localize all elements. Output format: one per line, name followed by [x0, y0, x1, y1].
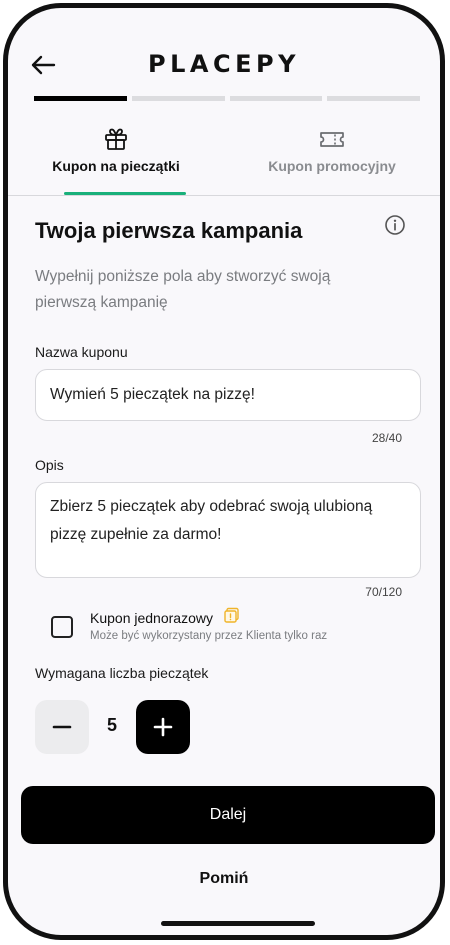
one-time-label: Kupon jednorazowy — [90, 610, 213, 626]
header: PLACEPY — [8, 44, 440, 88]
home-indicator — [161, 921, 315, 926]
increment-button[interactable] — [136, 700, 190, 754]
step-1 — [34, 96, 127, 101]
coupon-name-input[interactable]: Wymień 5 pieczątek na pizzę! — [35, 369, 421, 421]
ticket-icon — [320, 132, 344, 147]
step-2 — [131, 96, 225, 101]
decrement-button[interactable] — [35, 700, 89, 754]
step-progress — [34, 96, 420, 101]
plus-icon — [153, 717, 173, 737]
tab-label: Kupon promocyjny — [268, 158, 396, 174]
minus-icon — [52, 725, 72, 729]
step-4 — [327, 96, 420, 101]
page-subtitle: Wypełnij poniższe pola aby stworzyć swoj… — [35, 268, 331, 311]
skip-button[interactable]: Pomiń — [8, 870, 440, 888]
next-button[interactable]: Dalej — [21, 786, 435, 844]
coupon-name-label: Nazwa kuponu — [35, 344, 128, 360]
tab-stamp-coupon[interactable]: Kupon na pieczątki — [8, 120, 224, 196]
description-label: Opis — [35, 457, 64, 473]
warning-tag-icon — [224, 607, 239, 623]
tab-promo-coupon[interactable]: Kupon promocyjny — [224, 120, 440, 196]
tab-bar: Kupon na pieczątki Kupon promocyjny — [8, 120, 440, 196]
one-time-hint: Może być wykorzystany przez Klienta tylk… — [90, 630, 328, 642]
description-counter: 70/120 — [365, 585, 402, 599]
stamps-label: Wymagana liczba pieczątek — [35, 665, 209, 681]
one-time-checkbox[interactable] — [51, 616, 73, 638]
coupon-name-counter: 28/40 — [371, 431, 402, 445]
phone-frame: PLACEPY Kupon na pieczątki Kupon promocy… — [3, 3, 445, 940]
screen: PLACEPY Kupon na pieczątki Kupon promocy… — [8, 8, 440, 935]
tab-label: Kupon na pieczątki — [52, 158, 180, 174]
description-textarea[interactable]: Zbierz 5 pieczątek aby odebrać swoją ulu… — [35, 482, 421, 578]
page-title: Twoja pierwsza kampania — [35, 218, 303, 243]
info-icon[interactable] — [384, 214, 406, 236]
app-logo: PLACEPY — [148, 50, 300, 78]
step-3 — [229, 96, 323, 101]
tabs-divider — [8, 195, 440, 196]
stamps-count: 5 — [106, 715, 117, 735]
gift-icon — [105, 128, 127, 150]
